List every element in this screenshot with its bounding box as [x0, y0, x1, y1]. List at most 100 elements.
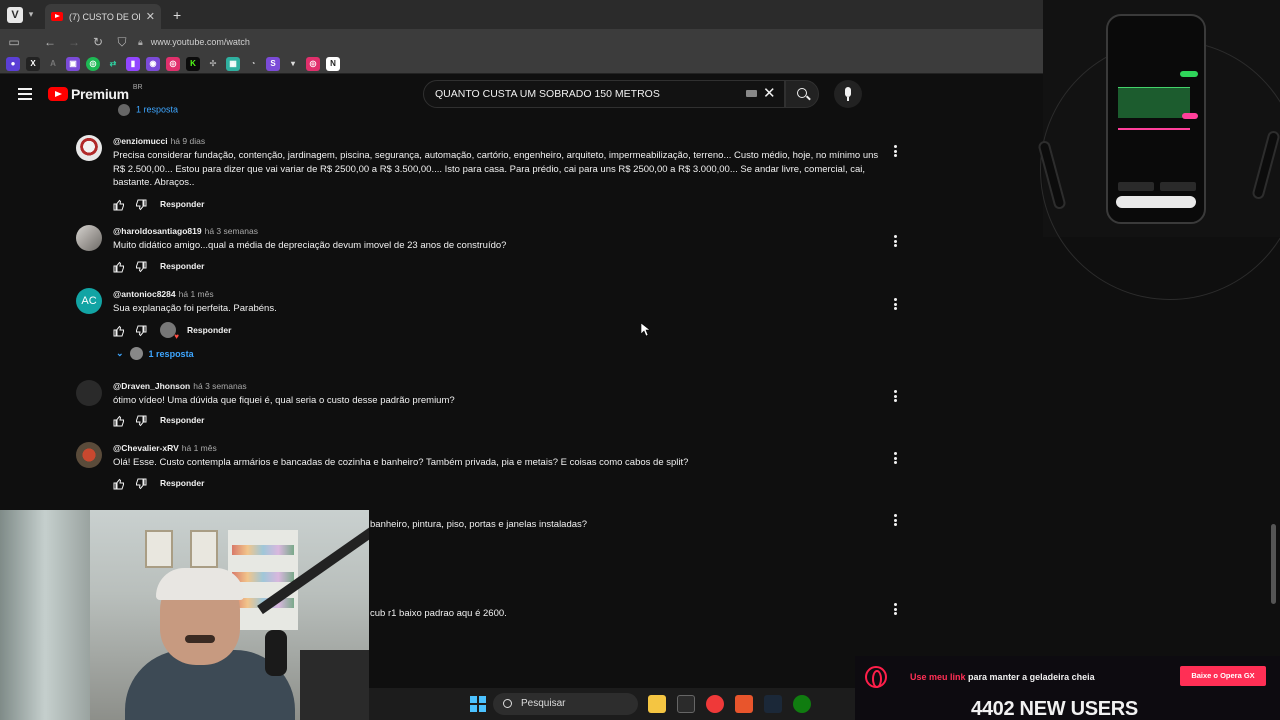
windows-start-icon[interactable]	[470, 696, 486, 712]
forward-icon[interactable]: →	[62, 35, 86, 49]
search-input[interactable]: QUANTO CUSTA UM SOBRADO 150 METROS	[423, 80, 785, 108]
comment-author[interactable]: @Draven_Jhonson	[113, 381, 190, 391]
creator-heart-icon	[160, 322, 179, 341]
thumbs-up-icon[interactable]	[113, 414, 125, 427]
phone-chart	[1118, 88, 1190, 118]
comment-time[interactable]: há 3 semanas	[205, 226, 258, 236]
thumbs-down-icon[interactable]	[135, 414, 147, 427]
steam-icon[interactable]	[764, 695, 782, 713]
more-options-icon[interactable]	[894, 389, 898, 404]
comment-time[interactable]: há 1 mês	[179, 289, 214, 299]
wall-poster	[190, 530, 218, 568]
clear-search-icon[interactable]: ✕	[763, 84, 776, 102]
search-button[interactable]	[785, 80, 819, 108]
voice-search-button[interactable]	[834, 80, 862, 108]
close-icon[interactable]: ✕	[146, 10, 155, 23]
reload-icon[interactable]: ↻	[86, 35, 110, 49]
panel-toggle-icon[interactable]: ▭	[2, 35, 26, 49]
phone-cta	[1116, 196, 1196, 208]
comment-author[interactable]: @haroldosantiago819	[113, 226, 202, 236]
youtube-logo-text: Premium	[71, 86, 129, 102]
comment-time[interactable]: há 9 dias	[171, 136, 206, 146]
bookmark-4-icon[interactable]: ▣	[66, 57, 80, 71]
file-explorer-icon[interactable]	[648, 695, 666, 713]
instagram-icon[interactable]: ◎	[166, 57, 180, 71]
notion-icon[interactable]: N	[326, 57, 340, 71]
bookmark-3-icon[interactable]: A	[46, 57, 60, 71]
keyboard-icon[interactable]	[746, 90, 757, 97]
vivaldi-icon[interactable]	[706, 695, 724, 713]
chevron-down-icon[interactable]: ▾	[23, 9, 39, 20]
streaming-app-icon[interactable]	[735, 695, 753, 713]
bookmark-15-icon[interactable]: ▾	[286, 57, 300, 71]
mouse-cursor-icon	[640, 322, 651, 342]
region-code: BR	[132, 83, 143, 91]
thumbs-up-icon[interactable]	[113, 260, 125, 273]
comment-text: Muito didático amigo...qual a média de d…	[113, 240, 507, 251]
x-icon[interactable]: X	[26, 57, 40, 71]
person-mustache	[185, 635, 215, 643]
taskbar-search[interactable]: Pesquisar	[493, 693, 638, 715]
thumbs-down-icon[interactable]	[135, 477, 147, 490]
reply-button[interactable]: Responder	[160, 478, 204, 488]
twitch-icon[interactable]: ▮	[126, 57, 140, 71]
more-options-icon[interactable]	[894, 513, 898, 528]
comment-time[interactable]: há 1 mês	[182, 443, 217, 453]
avatar[interactable]	[76, 442, 102, 468]
bookmark-8-icon[interactable]: ◉	[146, 57, 160, 71]
more-options-icon[interactable]	[894, 297, 898, 312]
vivaldi-logo-icon[interactable]: V	[7, 6, 23, 23]
replies-toggle[interactable]: ⌄ 1 resposta	[116, 347, 194, 360]
more-options-icon[interactable]	[894, 144, 898, 159]
bookmark-14-icon[interactable]: S	[266, 57, 280, 71]
replies-count: 1 resposta	[136, 104, 179, 115]
new-tab-icon[interactable]: +	[173, 7, 181, 23]
thumbs-down-icon[interactable]	[135, 198, 147, 211]
download-opera-button[interactable]: Baixe o Opera GX	[1180, 666, 1266, 686]
instagram-2-icon[interactable]: ◎	[306, 57, 320, 71]
xbox-icon[interactable]	[793, 695, 811, 713]
comment-author[interactable]: @antonioc8284	[113, 289, 176, 299]
youtube-logo[interactable]: Premium BR	[48, 83, 143, 102]
url-field[interactable]: www.youtube.com/watch	[151, 37, 250, 47]
bookmark-11-icon[interactable]: ✣	[206, 57, 220, 71]
replies-toggle-partial[interactable]: 1 resposta	[118, 104, 178, 116]
bookmark-6-icon[interactable]: ⇄	[106, 57, 120, 71]
thumbs-up-icon[interactable]	[113, 198, 125, 211]
kick-icon[interactable]: K	[186, 57, 200, 71]
lock-icon: 🔒︎	[138, 36, 143, 47]
reply-button[interactable]: Responder	[160, 199, 204, 209]
terminal-icon[interactable]	[677, 695, 695, 713]
comment-time[interactable]: há 3 semanas	[193, 381, 246, 391]
avatar[interactable]	[76, 380, 102, 406]
comment-author[interactable]: @enziomucci	[113, 136, 168, 146]
replies-count: 1 resposta	[148, 348, 194, 359]
reply-button[interactable]: Responder	[160, 415, 204, 425]
avatar[interactable]	[76, 135, 102, 161]
bookmark-1-icon[interactable]: ●	[6, 57, 20, 71]
thumbs-up-icon[interactable]	[113, 477, 125, 490]
phone-pill-pink	[1182, 113, 1198, 119]
comment-author[interactable]: @Chevalier-xRV	[113, 443, 179, 453]
wall-poster	[145, 530, 173, 568]
reply-button[interactable]: Responder	[187, 325, 231, 335]
bookmark-12-icon[interactable]: ▦	[226, 57, 240, 71]
comment-text: ótimo vídeo! Uma dúvida que fiquei é, qu…	[113, 395, 455, 406]
avatar[interactable]	[76, 225, 102, 251]
more-options-icon[interactable]	[894, 602, 898, 617]
more-options-icon[interactable]	[894, 234, 898, 249]
reply-button[interactable]: Responder	[160, 261, 204, 271]
comment: @Chevalier-xRV há 1 mês Olá! Esse. Custo …	[76, 442, 906, 492]
thumbs-up-icon[interactable]	[113, 324, 125, 337]
thumbs-down-icon[interactable]	[135, 324, 147, 337]
menu-icon[interactable]	[18, 85, 32, 103]
avatar[interactable]: AC	[76, 288, 102, 314]
thumbs-down-icon[interactable]	[135, 260, 147, 273]
bookmark-13-icon[interactable]: ◔	[246, 57, 260, 71]
scrollbar[interactable]	[1271, 524, 1276, 604]
shield-icon[interactable]: ⛉	[110, 35, 134, 50]
back-icon[interactable]: ←	[38, 35, 62, 49]
bookmark-5-icon[interactable]: ◎	[86, 57, 100, 71]
browser-tab[interactable]: (7) CUSTO DE OBRA e ✕	[45, 4, 161, 29]
more-options-icon[interactable]	[894, 451, 898, 466]
